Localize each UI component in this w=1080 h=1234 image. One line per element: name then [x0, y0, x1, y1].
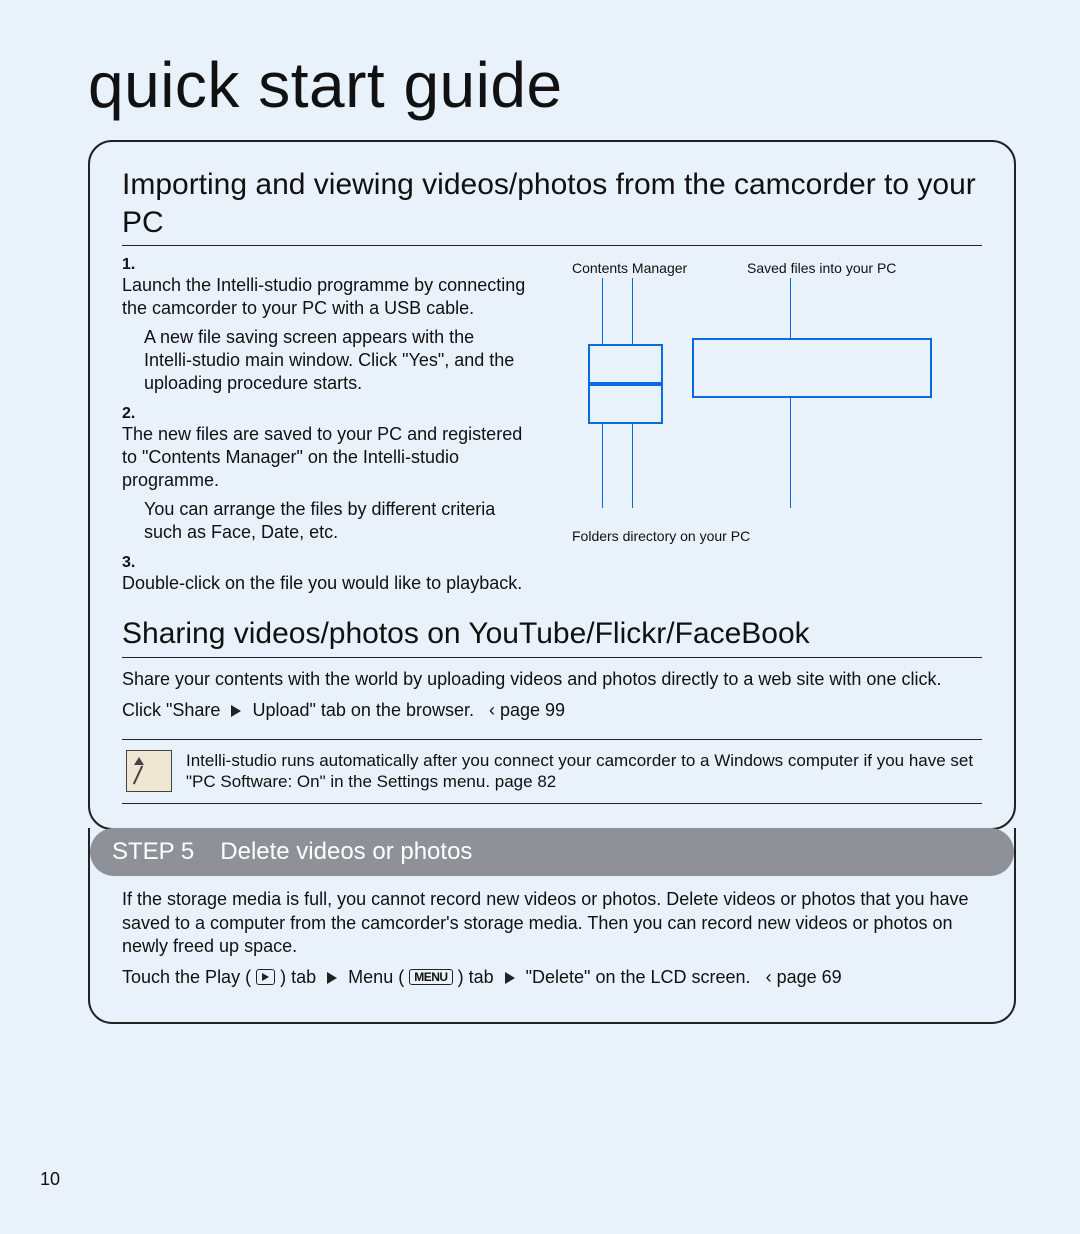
step-label: STEP 5 [112, 838, 194, 866]
arrow-icon [505, 972, 515, 984]
menu-icon: MENU [409, 969, 452, 985]
step-number: 3. [122, 554, 144, 572]
step-main: The new ﬁles are saved to your PC and re… [122, 424, 522, 490]
note-icon [126, 750, 172, 792]
step-sub: You can arrange the ﬁles by different cr… [122, 498, 526, 544]
note-text: Intelli-studio runs automatically after … [186, 750, 978, 794]
hint-part: Menu ( [348, 967, 404, 987]
step-text: Double-click on the ﬁle you would like t… [122, 572, 526, 595]
import-steps: 1. Launch the Intelli-studio programme b… [122, 256, 552, 595]
diagram-box-cm-bottom [588, 384, 663, 424]
cta-part: Click "Share [122, 700, 220, 720]
page-ref-num: page 69 [777, 967, 842, 987]
diagram-label-contents-manager: Contents Manager [572, 260, 687, 276]
step-main: Double-click on the ﬁle you would like t… [122, 573, 522, 593]
step-panel: STEP 5 Delete videos or photos If the st… [88, 828, 1016, 1024]
hint-part: Touch the Play ( [122, 967, 251, 987]
step-text: Launch the Intelli-studio programme by c… [122, 274, 526, 395]
hint-part: "Delete" on the LCD screen. [526, 967, 751, 987]
page-ref: ‹ page 99 [489, 700, 565, 720]
page-number: 10 [40, 1169, 60, 1190]
heading-import: Importing and viewing videos/photos from… [122, 166, 982, 246]
section-import-share: Importing and viewing videos/photos from… [88, 140, 1016, 830]
step-bar: STEP 5 Delete videos or photos [90, 828, 1014, 876]
page-ref: ‹ page 69 [766, 967, 842, 987]
arrow-icon [327, 972, 337, 984]
note-box: Intelli-studio runs automatically after … [122, 739, 982, 805]
page-ref-num: page 99 [500, 700, 565, 720]
diagram-box-cm-top [588, 344, 663, 384]
step-body: If the storage media is full, you cannot… [122, 888, 982, 958]
step-hint: Touch the Play ( ) tab Menu ( MENU ) tab… [122, 966, 982, 989]
step-number: 2. [122, 405, 144, 423]
share-cta: Click "Share Upload" tab on the browser.… [122, 699, 982, 722]
page-title: quick start guide [88, 48, 1016, 122]
step-title: Delete videos or photos [220, 838, 472, 866]
cta-part: Upload" tab on the browser. [252, 700, 474, 720]
step-sub: A new ﬁle saving screen appears with the… [122, 326, 526, 395]
step-number: 1. [122, 256, 144, 274]
diagram-label-folders: Folders directory on your PC [572, 528, 750, 544]
hint-part: ) tab [458, 967, 494, 987]
share-body: Share your contents with the world by up… [122, 668, 982, 691]
diagram-label-saved-files: Saved ﬁles into your PC [747, 260, 896, 276]
heading-share: Sharing videos/photos on YouTube/Flickr/… [122, 615, 982, 658]
diagram-box-saved [692, 338, 932, 398]
step-main: Launch the Intelli-studio programme by c… [122, 275, 525, 318]
step-text: The new ﬁles are saved to your PC and re… [122, 423, 526, 544]
play-icon [256, 969, 275, 985]
diagram: Contents Manager Saved ﬁles into your PC… [572, 256, 982, 566]
hint-part: ) tab [280, 967, 316, 987]
arrow-icon [231, 705, 241, 717]
